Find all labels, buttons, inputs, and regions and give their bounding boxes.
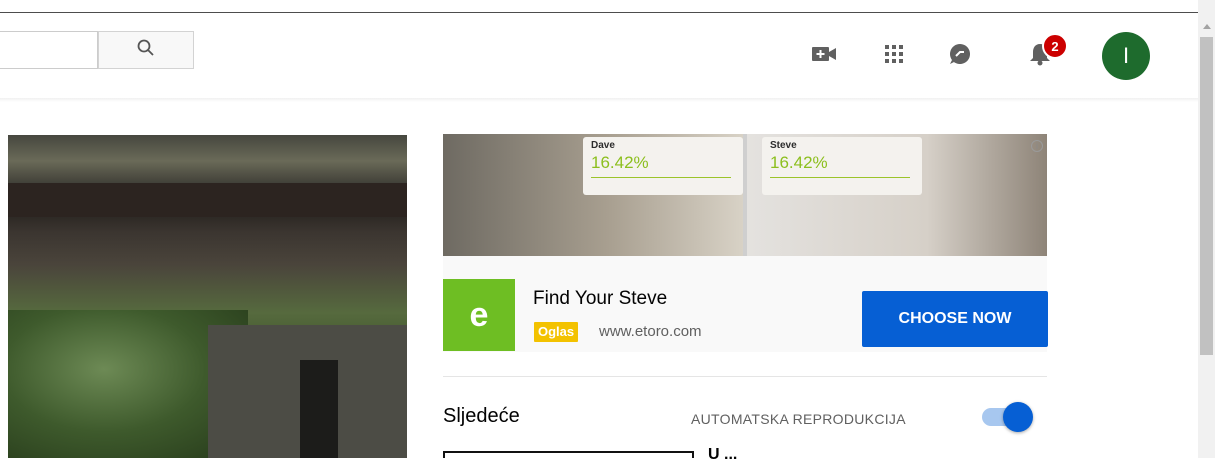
ad-title[interactable]: Find Your Steve [533,288,667,310]
etoro-logo-icon: e [469,295,489,334]
up-next-video-title[interactable]: U ... [708,446,737,464]
create-video-button[interactable] [810,42,838,70]
scroll-up-arrow-icon[interactable] [1203,24,1211,29]
create-video-icon [811,44,837,69]
ad-card-name: Steve [770,140,797,151]
choose-now-button[interactable]: CHOOSE NOW [862,291,1048,347]
ad-divider [443,376,1047,377]
video-frame-beam [8,183,407,217]
search-button[interactable] [98,31,194,69]
apps-icon [884,44,904,69]
messages-icon [948,42,972,71]
video-frame-doorway [300,360,338,458]
header-divider [0,98,1198,102]
video-player[interactable] [8,135,407,458]
ad-url: www.etoro.com [599,323,702,340]
apps-button[interactable] [880,42,908,70]
ad-logo[interactable]: e [443,279,515,351]
search-icon [136,38,156,63]
search-input[interactable] [0,31,98,69]
autoplay-label: AUTOMATSKA REPRODUKCIJA [691,411,906,427]
notification-count-badge: 2 [1042,33,1068,59]
ad-stat-card: Steve 16.42% [762,137,922,195]
ad-banner-image[interactable]: Dave 16.42% Steve 16.42% [443,134,1047,256]
avatar[interactable]: I [1102,32,1150,80]
ad-card-bar [770,177,910,178]
scrollbar-thumb[interactable] [1200,37,1213,355]
messages-button[interactable] [946,42,974,70]
top-border [0,12,1198,13]
ad-stat-card: Dave 16.42% [583,137,743,195]
ad-card-percent: 16.42% [591,153,649,172]
ad-badge: Oglas [534,322,579,342]
up-next-thumbnail[interactable] [443,451,694,458]
ad-card-name: Dave [591,140,615,151]
autoplay-toggle[interactable] [1003,402,1033,432]
up-next-heading: Sljedeće [443,405,520,427]
ad-image-left: Dave 16.42% [443,134,743,256]
ad-info-icon[interactable]: i [1031,140,1043,152]
ad-card-percent: 16.42% [770,153,828,172]
ad-card-bar [591,177,731,178]
ad-image-right: Steve 16.42% [747,134,1047,256]
